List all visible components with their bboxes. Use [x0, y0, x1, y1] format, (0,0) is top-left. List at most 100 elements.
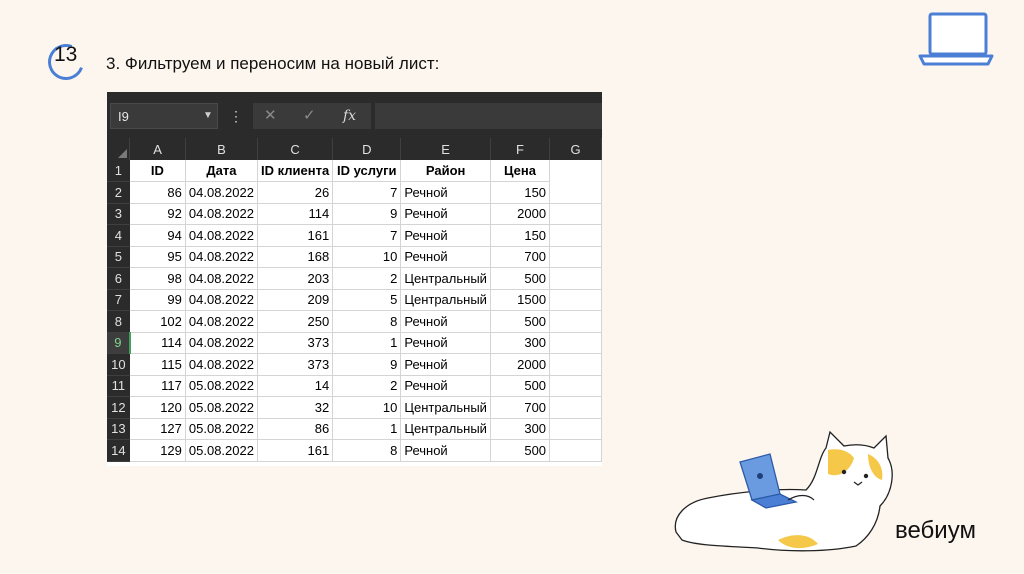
table-cell[interactable]: 500 [490, 439, 551, 462]
row-header[interactable]: 13 [107, 418, 130, 440]
table-cell[interactable]: 8 [332, 310, 402, 333]
row-header[interactable]: 9 [107, 332, 131, 354]
empty-cell[interactable] [549, 439, 602, 462]
table-cell[interactable]: 8 [332, 439, 402, 462]
table-cell[interactable]: 127 [129, 418, 186, 440]
table-cell[interactable]: Центральный [400, 418, 491, 440]
empty-cell[interactable] [549, 267, 602, 290]
insert-function-icon[interactable]: fx [343, 103, 356, 129]
table-cell[interactable]: 115 [129, 353, 186, 376]
table-cell[interactable]: 209 [257, 289, 334, 311]
table-cell[interactable]: 1 [332, 418, 402, 440]
table-cell[interactable]: Центральный [400, 289, 491, 311]
header-cell[interactable]: ID клиента [257, 160, 334, 182]
table-cell[interactable]: 95 [129, 246, 186, 268]
table-cell[interactable]: 114 [129, 332, 186, 354]
table-cell[interactable]: 500 [490, 310, 551, 333]
table-cell[interactable]: 04.08.2022 [185, 246, 258, 268]
select-all-corner[interactable] [107, 138, 131, 160]
formula-input[interactable] [375, 103, 602, 129]
name-box[interactable]: I9 [110, 103, 218, 129]
table-cell[interactable]: 129 [129, 439, 186, 462]
table-cell[interactable]: 10 [332, 246, 402, 268]
header-cell[interactable]: ID [129, 160, 186, 182]
table-cell[interactable]: 250 [257, 310, 334, 333]
table-cell[interactable]: 102 [129, 310, 186, 333]
chevron-down-icon[interactable]: ▼ [203, 103, 213, 129]
row-header[interactable]: 7 [107, 289, 130, 311]
cancel-icon[interactable]: ✕ [264, 103, 277, 129]
table-cell[interactable]: 7 [332, 224, 402, 247]
table-cell[interactable]: 700 [490, 396, 551, 419]
table-cell[interactable]: 9 [332, 353, 402, 376]
table-cell[interactable]: 04.08.2022 [185, 224, 258, 247]
row-header[interactable]: 3 [107, 203, 130, 225]
row-header[interactable]: 11 [107, 375, 130, 397]
table-cell[interactable]: 161 [257, 224, 334, 247]
table-cell[interactable]: 05.08.2022 [185, 396, 258, 419]
table-cell[interactable]: 203 [257, 267, 334, 290]
table-cell[interactable]: Центральный [400, 396, 491, 419]
table-cell[interactable]: 26 [257, 181, 334, 204]
header-cell[interactable]: Район [400, 160, 491, 182]
table-cell[interactable]: 86 [129, 181, 186, 204]
row-header[interactable]: 1 [107, 160, 130, 182]
table-cell[interactable]: 114 [257, 203, 334, 225]
table-cell[interactable]: 05.08.2022 [185, 418, 258, 440]
column-header-e[interactable]: E [400, 138, 491, 160]
table-cell[interactable]: 99 [129, 289, 186, 311]
table-cell[interactable]: Речной [400, 310, 491, 333]
header-cell[interactable]: Цена [490, 160, 551, 182]
table-cell[interactable]: 32 [257, 396, 334, 419]
table-cell[interactable]: 05.08.2022 [185, 439, 258, 462]
empty-cell[interactable] [549, 396, 602, 419]
row-header[interactable]: 10 [107, 353, 130, 376]
column-header-c[interactable]: C [257, 138, 334, 160]
table-cell[interactable]: 04.08.2022 [185, 181, 258, 204]
table-cell[interactable]: 04.08.2022 [185, 332, 258, 354]
table-cell[interactable]: 92 [129, 203, 186, 225]
empty-cell[interactable] [549, 332, 602, 354]
table-cell[interactable]: 373 [257, 353, 334, 376]
empty-cell[interactable] [549, 246, 602, 268]
table-cell[interactable]: 500 [490, 267, 551, 290]
table-cell[interactable]: 2 [332, 375, 402, 397]
table-cell[interactable]: 700 [490, 246, 551, 268]
table-cell[interactable]: Речной [400, 224, 491, 247]
enter-icon[interactable]: ✓ [303, 103, 316, 129]
empty-cell[interactable] [549, 203, 602, 225]
table-cell[interactable]: 04.08.2022 [185, 203, 258, 225]
table-cell[interactable]: 04.08.2022 [185, 267, 258, 290]
table-cell[interactable]: 7 [332, 181, 402, 204]
table-cell[interactable]: 1 [332, 332, 402, 354]
empty-cell[interactable] [549, 181, 602, 204]
row-header[interactable]: 4 [107, 224, 130, 247]
header-cell[interactable]: Дата [185, 160, 258, 182]
column-header-b[interactable]: B [185, 138, 258, 160]
column-header-f[interactable]: F [490, 138, 551, 160]
column-header-a[interactable]: A [129, 138, 186, 160]
table-cell[interactable]: 86 [257, 418, 334, 440]
table-cell[interactable]: 14 [257, 375, 334, 397]
table-cell[interactable]: 10 [332, 396, 402, 419]
empty-cell[interactable] [549, 418, 602, 440]
table-cell[interactable]: 161 [257, 439, 334, 462]
table-cell[interactable]: 05.08.2022 [185, 375, 258, 397]
table-cell[interactable]: 300 [490, 418, 551, 440]
empty-cell[interactable] [549, 310, 602, 333]
row-header[interactable]: 2 [107, 181, 130, 204]
table-cell[interactable]: 98 [129, 267, 186, 290]
table-cell[interactable]: Центральный [400, 267, 491, 290]
table-cell[interactable]: Речной [400, 332, 491, 354]
table-cell[interactable]: 1500 [490, 289, 551, 311]
table-cell[interactable]: 04.08.2022 [185, 353, 258, 376]
table-cell[interactable]: Речной [400, 353, 491, 376]
column-header-g[interactable]: G [549, 138, 602, 160]
more-options-icon[interactable]: ⋮ [229, 103, 243, 129]
table-cell[interactable]: 2000 [490, 353, 551, 376]
table-cell[interactable]: 04.08.2022 [185, 289, 258, 311]
table-cell[interactable]: 373 [257, 332, 334, 354]
table-cell[interactable]: 2000 [490, 203, 551, 225]
table-cell[interactable]: 150 [490, 181, 551, 204]
table-cell[interactable]: Речной [400, 375, 491, 397]
